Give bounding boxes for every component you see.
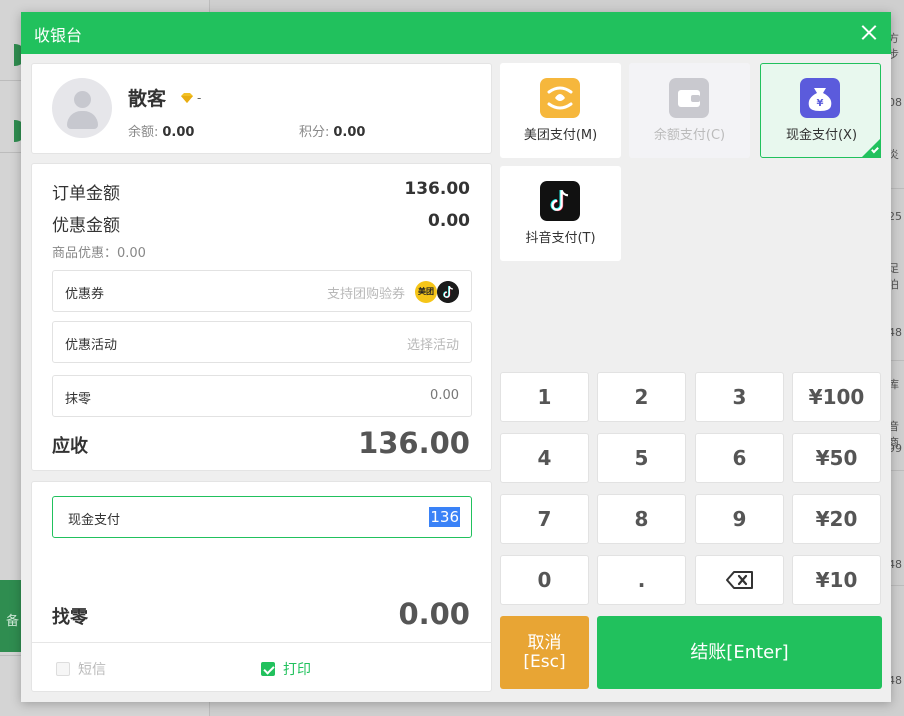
key-20[interactable]: ¥20: [792, 494, 881, 544]
order-amount-label: 订单金额: [52, 184, 120, 204]
change-label: 找零: [52, 607, 88, 628]
print-checkbox[interactable]: 打印: [261, 659, 311, 679]
douyin-pay-button[interactable]: 抖音支付(T): [500, 166, 621, 261]
key-100[interactable]: ¥100: [792, 372, 881, 422]
svg-text:¥: ¥: [817, 98, 824, 109]
rounding-field[interactable]: 抹零 0.00: [52, 375, 472, 417]
promotion-label: 优惠活动: [65, 338, 118, 353]
divider: [890, 470, 904, 471]
cash-input-label: 现金支付: [68, 513, 121, 528]
divider: [890, 360, 904, 361]
dialog-title: 收银台: [34, 26, 83, 45]
divider: [890, 188, 904, 189]
cancel-label: 取消 [Esc]: [523, 633, 566, 672]
backspace-icon: [725, 571, 753, 589]
close-icon[interactable]: [859, 23, 879, 43]
order-amount: 136.00: [404, 179, 470, 199]
key-1[interactable]: 1: [500, 372, 589, 422]
key-0[interactable]: 0: [500, 555, 589, 605]
avatar: [52, 78, 112, 138]
checkout-button[interactable]: 结账[Enter]: [597, 616, 882, 689]
order-summary: 订单金额 136.00 优惠金额 0.00 商品优惠：0.00 优惠券 支持团购…: [31, 163, 492, 471]
customer-card[interactable]: 散客 - 余额: 0.00 积分: 0.00: [31, 63, 492, 154]
key-6[interactable]: 6: [695, 433, 784, 483]
goods-discount: 商品优惠：0.00: [52, 246, 146, 261]
payment-label: 余额支付(C): [653, 128, 726, 143]
customer-balance: 余额: 0.00: [128, 125, 195, 140]
divider: [890, 585, 904, 586]
meituan-pay-button[interactable]: 美团支付(M): [500, 63, 621, 158]
douyin-icon: [540, 181, 580, 221]
diamond-icon: [181, 93, 193, 103]
cashier-dialog: 收银台 散客 - 余额: 0.00 积分: 0.00 订单金额 136.00 优惠金…: [21, 12, 891, 702]
checkbox-icon: [56, 662, 70, 676]
customer-level: -: [197, 91, 202, 105]
customer-points: 积分: 0.00: [299, 125, 366, 140]
key-10[interactable]: ¥10: [792, 555, 881, 605]
change-amount: 0.00: [398, 597, 470, 631]
key-2[interactable]: 2: [597, 372, 686, 422]
backspace-button[interactable]: [695, 555, 784, 605]
cash-amount-input[interactable]: 现金支付 136: [52, 496, 472, 538]
meituan-icon: [540, 78, 580, 118]
promotion-field[interactable]: 优惠活动 选择活动: [52, 321, 472, 363]
promotion-placeholder: 选择活动: [406, 338, 459, 353]
cash-panel: 现金支付 136 找零 0.00 短信 打印: [31, 481, 492, 692]
money-bag-icon: ¥: [800, 78, 840, 118]
payment-label: 美团支付(M): [523, 128, 598, 143]
checkbox-checked-icon: [261, 662, 275, 676]
cash-input-value[interactable]: 136: [429, 507, 460, 527]
customer-name: 散客: [128, 88, 167, 110]
key-50[interactable]: ¥50: [792, 433, 881, 483]
receivable-amount: 136.00: [358, 426, 470, 460]
sms-checkbox[interactable]: 短信: [56, 659, 106, 679]
key-7[interactable]: 7: [500, 494, 589, 544]
coupon-placeholder: 支持团购验券: [326, 287, 405, 302]
wallet-icon: [669, 78, 709, 118]
rounding-label: 抹零: [65, 392, 92, 407]
payment-label: 抖音支付(T): [525, 231, 596, 246]
receivable-label: 应收: [52, 436, 88, 457]
key-4[interactable]: 4: [500, 433, 589, 483]
options-bar: 短信 打印: [32, 642, 492, 692]
cash-pay-button[interactable]: ¥ 现金支付(X): [760, 63, 881, 158]
key-8[interactable]: 8: [597, 494, 686, 544]
key-3[interactable]: 3: [695, 372, 784, 422]
key-5[interactable]: 5: [597, 433, 686, 483]
balance-pay-button[interactable]: 余额支付(C): [629, 63, 750, 158]
key-dot[interactable]: .: [597, 555, 686, 605]
coupon-label: 优惠券: [65, 287, 105, 302]
dialog-header: 收银台: [21, 12, 891, 54]
coupon-field[interactable]: 优惠券 支持团购验券 美团: [52, 270, 472, 312]
meituan-badge-icon: 美团: [415, 281, 437, 303]
key-9[interactable]: 9: [695, 494, 784, 544]
background-note-button: 备: [0, 580, 22, 652]
discount-amount-label: 优惠金额: [52, 216, 120, 236]
cancel-button[interactable]: 取消 [Esc]: [500, 616, 589, 689]
rounding-value: 0.00: [430, 388, 459, 403]
douyin-badge-icon: [437, 281, 459, 303]
discount-amount: 0.00: [428, 211, 470, 231]
